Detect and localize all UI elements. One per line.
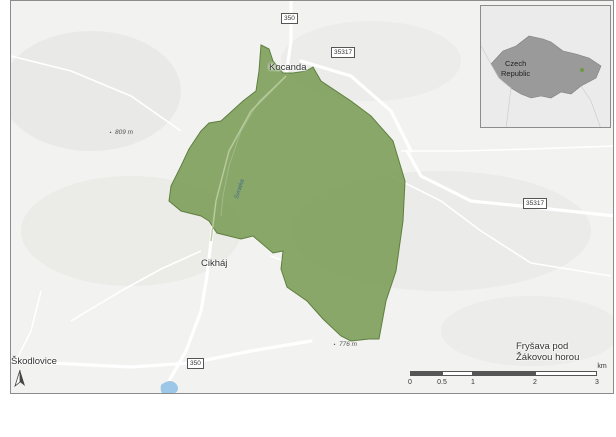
scale-unit-label: km	[597, 363, 607, 370]
place-label-kocanda: Kocanda	[269, 62, 307, 73]
scale-bar: 0 0.5 1 2 3 km	[408, 363, 610, 393]
inset-label-czech: Czech	[505, 59, 527, 68]
place-label-skodlovice: Škodlovice	[11, 356, 57, 367]
north-arrow-icon	[14, 369, 25, 387]
scale-label-3: 3	[595, 379, 599, 386]
location-dot-icon	[580, 68, 584, 72]
inset-label-republic: Republic	[501, 69, 531, 78]
locator-inset-map: Czech Republic	[480, 5, 611, 128]
scale-label-0: 0	[408, 379, 412, 386]
scale-seg-4	[535, 371, 597, 376]
road-shield-35317-top: 35317	[331, 47, 356, 58]
scale-label-2: 2	[533, 379, 537, 386]
scale-label-1: 1	[471, 379, 475, 386]
place-label-cikhaj: Cikháj	[201, 258, 228, 269]
place-label-frysava-line2: Žákovou horou	[516, 352, 580, 363]
scale-label-0-5: 0.5	[437, 379, 447, 386]
map-frame[interactable]: 350 35317 35317 350 Kocanda Cikháj Škodl…	[10, 0, 614, 394]
place-label-frysava-line1: Fryšava pod	[516, 341, 569, 352]
elevation-point-809: 809 m	[109, 129, 133, 136]
scale-seg-3	[473, 371, 535, 376]
elevation-point-776: 776 m	[333, 341, 357, 348]
road-shield-35317-right: 35317	[523, 198, 548, 209]
inset-svg	[481, 35, 602, 127]
road-shield-350-bottom: 350	[187, 358, 204, 369]
scale-seg-2	[442, 371, 473, 376]
road-shield-350-top: 350	[281, 13, 298, 24]
water-pond	[160, 381, 178, 393]
scale-seg-1	[410, 371, 442, 376]
